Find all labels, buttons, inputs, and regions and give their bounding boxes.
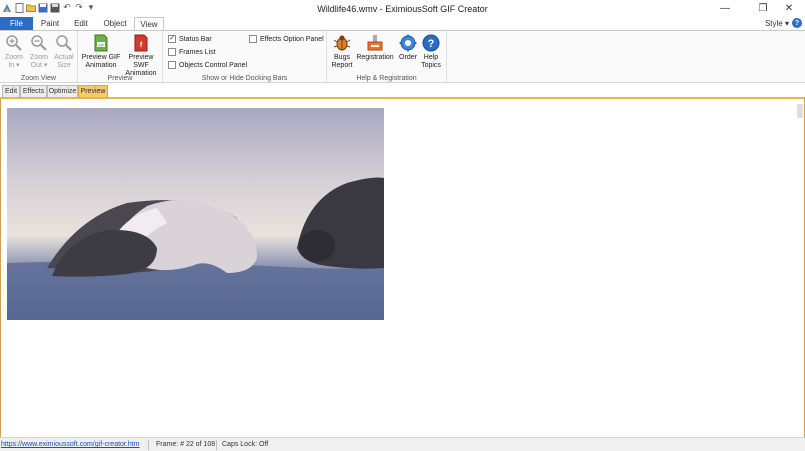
group-help-registration: Bugs Report Registration Order ? Help To… xyxy=(327,31,447,84)
objects-panel-check[interactable] xyxy=(168,61,176,69)
bug-icon xyxy=(333,35,351,51)
status-bar-label: Status Bar xyxy=(179,35,212,43)
registration-icon xyxy=(367,35,383,51)
ribbon-panel: Zoom In ▾ Zoom Out ▾ Actual Size Zoom Vi… xyxy=(0,30,805,84)
help-registration-caption: Help & Registration xyxy=(356,75,417,82)
frame-counter: Frame: # 22 of 108 xyxy=(156,441,216,448)
objects-panel-label: Objects Control Panel xyxy=(179,61,248,69)
tab-file[interactable]: File xyxy=(0,17,33,30)
effects-panel-checkbox[interactable]: Effects Option Panel xyxy=(249,35,324,43)
ribbon-tab-row: File Paint Edit Object View Style ▾ ? xyxy=(0,17,805,31)
app-window: ↶ ↷ ▾ Wildlife46.wmv - EximiousSoft GIF … xyxy=(0,0,805,451)
preview-swf-button[interactable]: f Preview SWF Animation xyxy=(120,34,162,78)
group-preview: GIF Preview GIF Animation f Preview SWF … xyxy=(78,31,163,84)
zoom-in-button[interactable]: Zoom In ▾ xyxy=(3,34,25,70)
frames-list-check[interactable] xyxy=(168,48,176,56)
help-topics-icon: ? xyxy=(422,34,440,52)
zoom-in-label-2: In ▾ xyxy=(8,62,20,69)
actual-size-button[interactable]: Actual Size xyxy=(52,34,76,70)
zoom-out-icon xyxy=(31,35,47,51)
zoom-in-label-1: Zoom xyxy=(5,54,23,61)
preview-caption: Preview xyxy=(107,75,133,82)
vertical-scrollbar[interactable] xyxy=(797,104,803,118)
help-topics-label-2: Topics xyxy=(421,62,441,69)
order-button[interactable]: Order xyxy=(397,34,419,62)
status-bar: https://www.eximioussoft.com/gif-creator… xyxy=(0,437,805,451)
frames-list-label: Frames List xyxy=(179,48,216,56)
help-topics-label-1: Help xyxy=(423,54,439,61)
minimize-button[interactable]: — xyxy=(709,0,741,17)
order-label: Order xyxy=(399,54,417,61)
status-separator xyxy=(148,440,149,450)
zoom-out-button[interactable]: Zoom Out ▾ xyxy=(28,34,50,70)
bugs-report-button[interactable]: Bugs Report xyxy=(330,34,354,70)
status-bar-checkbox[interactable]: ✓ Status Bar xyxy=(168,35,212,43)
style-menu[interactable]: Style ▾ xyxy=(765,19,789,28)
bugs-label-1: Bugs xyxy=(334,54,350,61)
svg-text:GIF: GIF xyxy=(98,42,105,47)
swf-file-icon: f xyxy=(134,34,148,52)
actual-size-icon xyxy=(56,35,72,51)
registration-label: Registration xyxy=(356,54,394,61)
preview-gif-label-2: Animation xyxy=(85,62,117,69)
preview-gif-button[interactable]: GIF Preview GIF Animation xyxy=(81,34,121,70)
zoom-out-label-2: Out ▾ xyxy=(30,62,48,69)
svg-text:?: ? xyxy=(428,38,435,50)
docking-caption: Show or Hide Docking Bars xyxy=(201,75,288,82)
window-title: Wildlife46.wmv - EximiousSoft GIF Creato… xyxy=(317,4,488,14)
group-zoom-view: Zoom In ▾ Zoom Out ▾ Actual Size Zoom Vi… xyxy=(0,31,78,84)
help-icon[interactable]: ? xyxy=(792,18,802,28)
preview-gif-label-1: Preview GIF xyxy=(81,54,121,61)
zoom-view-caption: Zoom View xyxy=(21,75,56,82)
zoom-in-icon xyxy=(6,35,22,51)
close-button[interactable]: ✕ xyxy=(773,0,805,17)
actual-size-label-2: Size xyxy=(57,62,71,69)
preview-swf-label-1: Preview SWF xyxy=(128,54,154,69)
website-link[interactable]: https://www.eximioussoft.com/gif-creator… xyxy=(1,441,140,448)
group-docking-bars: ✓ Status Bar Frames List Objects Control… xyxy=(163,31,327,84)
help-topics-button[interactable]: ? Help Topics xyxy=(419,34,443,70)
tab-paint[interactable]: Paint xyxy=(37,17,63,30)
tab-edit[interactable]: Edit xyxy=(68,17,94,30)
frames-list-checkbox[interactable]: Frames List xyxy=(168,48,216,56)
zoom-out-label-1: Zoom xyxy=(30,54,48,61)
tab-object[interactable]: Object xyxy=(99,17,131,30)
objects-panel-checkbox[interactable]: Objects Control Panel xyxy=(168,61,247,69)
actual-size-label-1: Actual xyxy=(54,54,74,61)
status-separator xyxy=(216,440,217,450)
registration-button[interactable]: Registration xyxy=(355,34,395,62)
status-bar-check[interactable]: ✓ xyxy=(168,35,176,43)
gif-file-icon: GIF xyxy=(94,34,108,52)
title-bar: ↶ ↷ ▾ Wildlife46.wmv - EximiousSoft GIF … xyxy=(0,0,805,17)
bugs-label-2: Report xyxy=(331,62,353,69)
effects-panel-check[interactable] xyxy=(249,35,257,43)
tab-view[interactable]: View xyxy=(134,17,164,31)
order-gear-icon xyxy=(399,34,417,52)
effects-panel-label: Effects Option Panel xyxy=(260,35,324,43)
animation-preview-image xyxy=(7,108,384,320)
caps-lock-status: Caps Lock: Off xyxy=(222,441,269,448)
